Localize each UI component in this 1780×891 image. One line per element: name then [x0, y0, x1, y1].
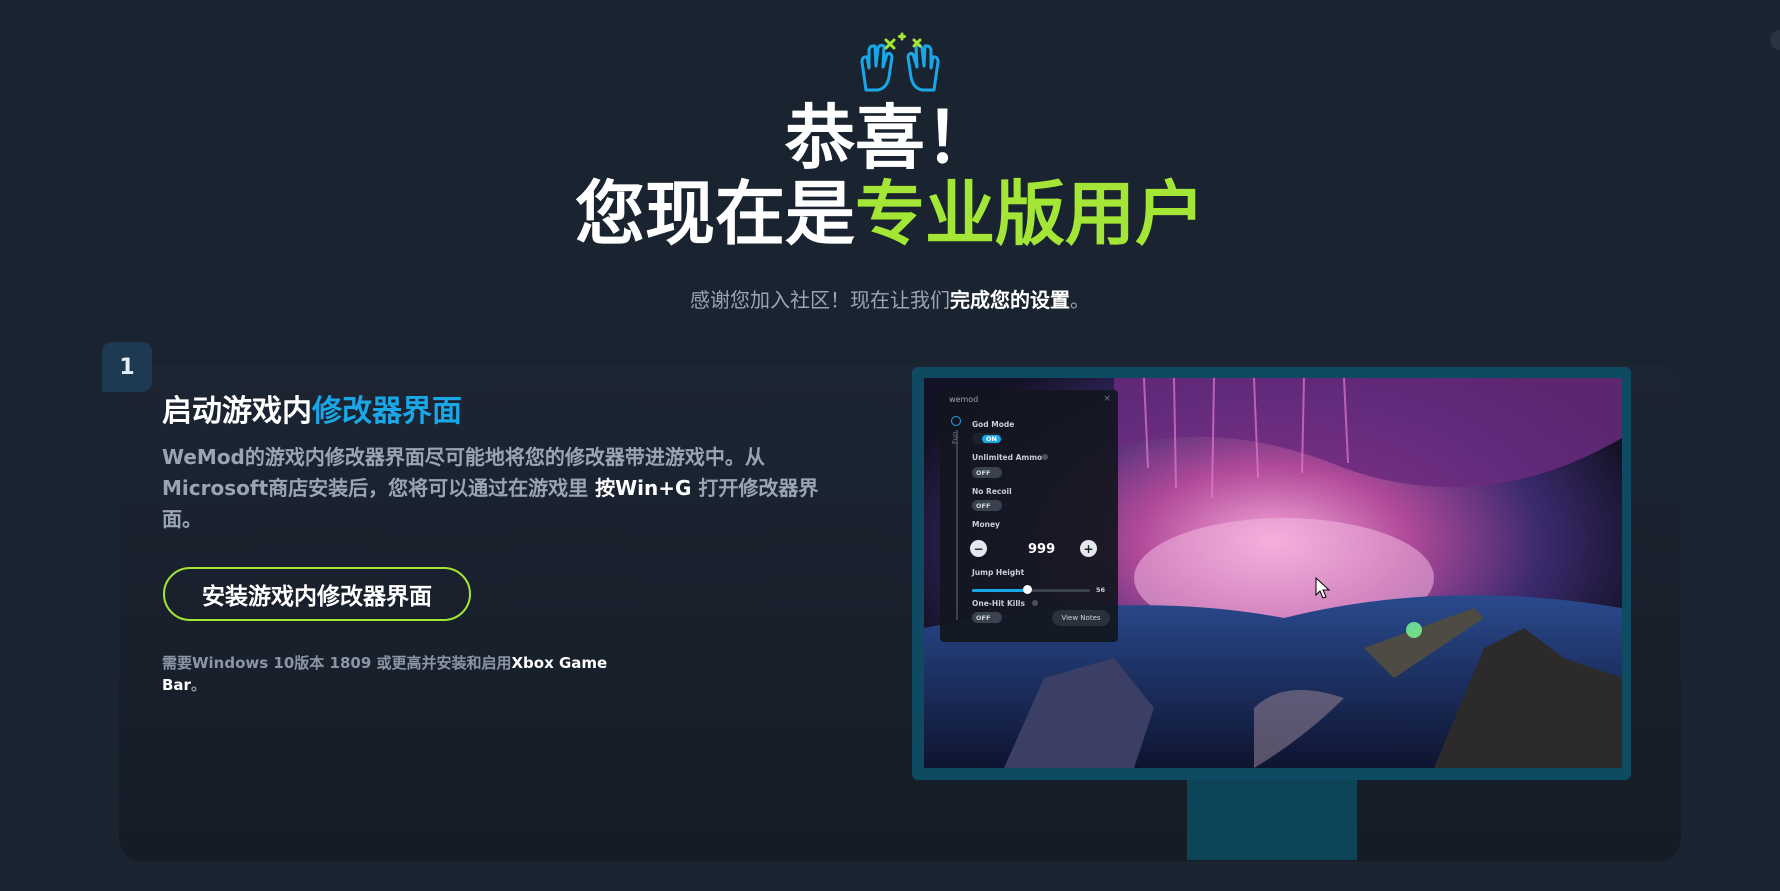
mod-overlay-panel: wemod × Fun God Mode ON Unlimited Ammo O… — [940, 390, 1118, 642]
toggle-state: OFF — [976, 468, 991, 477]
step-description: WeMod的游戏内修改器界面尽可能地将您的修改器带进游戏中。从Microsoft… — [162, 442, 822, 535]
info-icon — [1032, 600, 1038, 606]
corner-scroll-indicator — [1770, 30, 1780, 50]
step-number-badge: 1 — [102, 342, 152, 392]
subline-text: 感谢您加入社区！现在让我们 — [690, 288, 950, 312]
no-recoil-toggle: OFF — [972, 500, 1002, 511]
congrats-headline: 恭喜！ 您现在是专业版用户 — [0, 100, 1780, 252]
smiley-icon — [951, 416, 961, 426]
headline-white-text: 您现在是 — [575, 173, 855, 255]
headline-line-2: 您现在是专业版用户 — [0, 176, 1780, 252]
celebration-hands-icon — [860, 32, 940, 92]
jump-height-value: 56 — [1096, 586, 1106, 594]
subline-bold-text: 完成您的设置 — [950, 288, 1070, 312]
unlimited-ammo-label: Unlimited Ammo — [972, 453, 1043, 462]
slider-fill — [972, 589, 1028, 592]
money-value: 999 — [1028, 542, 1056, 557]
unlimited-ammo-toggle: OFF — [972, 467, 1002, 478]
one-hit-kills-label: One-Hit Kills — [972, 599, 1025, 608]
overlay-brand: wemod — [949, 395, 979, 404]
headline-accent-text: 专业版用户 — [855, 173, 1205, 255]
god-mode-label: God Mode — [972, 420, 1015, 429]
slider-knob — [1023, 585, 1033, 594]
mouse-cursor-icon — [1315, 577, 1331, 599]
headline-line-1: 恭喜！ — [785, 97, 995, 179]
toggle-state: OFF — [976, 501, 991, 510]
monitor-stand — [1187, 780, 1357, 860]
toggle-state: OFF — [976, 613, 991, 622]
welcome-subline: 感谢您加入社区！现在让我们完成您的设置。 — [0, 284, 1780, 313]
info-icon — [1042, 454, 1048, 460]
game-screenshot: wemod × Fun God Mode ON Unlimited Ammo O… — [924, 378, 1622, 768]
install-overlay-button[interactable]: 安装游戏内修改器界面 — [163, 567, 471, 621]
category-label: Fun — [951, 431, 959, 444]
money-label: Money — [972, 520, 1000, 529]
requirement-text: 需要Windows 10版本 1809 或更高并安装和启用 — [162, 654, 512, 672]
overlay-rail — [956, 430, 958, 620]
minus-icon: − — [970, 540, 987, 557]
plus-icon: + — [1080, 540, 1097, 557]
jump-height-label: Jump Height — [972, 568, 1025, 577]
page: 恭喜！ 您现在是专业版用户 感谢您加入社区！现在让我们完成您的设置。 1 启动游… — [0, 0, 1780, 891]
step-title-blue: 修改器界面 — [312, 394, 462, 429]
step-desc-hotkey: 按Win+G — [595, 476, 692, 500]
one-hit-kills-toggle: OFF — [972, 612, 1002, 623]
god-mode-toggle: ON — [972, 433, 1002, 444]
requirement-note: 需要Windows 10版本 1809 或更高并安装和启用Xbox Game B… — [162, 652, 612, 696]
subline-end: 。 — [1070, 288, 1090, 312]
view-notes-button: View Notes — [1052, 610, 1110, 626]
requirement-end: 。 — [190, 676, 206, 694]
step-title-white: 启动游戏内 — [162, 394, 312, 429]
step-title: 启动游戏内修改器界面 — [162, 386, 462, 430]
toggle-state: ON — [982, 434, 1001, 443]
no-recoil-label: No Recoil — [972, 487, 1012, 496]
overlay-close-icon: × — [1103, 394, 1111, 404]
